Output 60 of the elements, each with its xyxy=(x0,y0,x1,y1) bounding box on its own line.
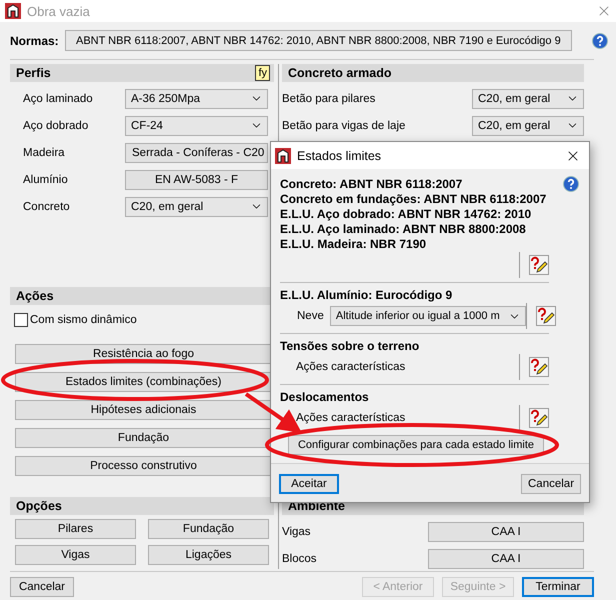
value-button[interactable]: CAA I xyxy=(428,548,584,568)
section-title: E.L.U. Alumínio: Eurocódigo 9 xyxy=(280,288,454,303)
field-label: Blocos xyxy=(282,552,318,564)
norm-line: E.L.U. Madeira: NBR 7190 xyxy=(280,237,428,252)
dropdown[interactable]: C20, em geral xyxy=(472,88,584,108)
action-button[interactable]: Hipóteses adicionais xyxy=(15,400,272,420)
help-icon[interactable] xyxy=(592,32,608,48)
field-label: Vigas xyxy=(282,526,312,538)
footer-button[interactable]: Cancelar xyxy=(10,577,74,597)
value-button[interactable]: EN AW-5083 - F xyxy=(125,170,268,190)
field-label: Aço dobrado xyxy=(22,120,90,132)
help-icon[interactable] xyxy=(563,176,579,192)
footer-button[interactable]: Terminar xyxy=(522,577,594,597)
section-title: Tensões sobre o terreno xyxy=(280,339,420,354)
field-label: Betão para vigas de laje xyxy=(282,120,406,132)
field-label: Betão para pilares xyxy=(282,92,376,104)
value-button[interactable]: CAA I xyxy=(428,522,584,542)
field-label: Aço laminado xyxy=(22,92,94,104)
option-button[interactable]: Pilares xyxy=(15,519,136,539)
action-button[interactable]: Fundação xyxy=(15,428,272,448)
section-text: Ações características xyxy=(296,361,406,373)
action-button[interactable]: Estados limites (combinações) xyxy=(15,372,272,392)
option-button[interactable]: Fundação xyxy=(148,519,269,539)
norm-line: E.L.U. Aço dobrado: ABNT NBR 14762: 2010 xyxy=(280,207,532,222)
dropdown[interactable]: CF-24 xyxy=(125,116,268,136)
norm-line: E.L.U. Aço laminado: ABNT NBR 8800:2008 xyxy=(280,222,527,237)
app-icon xyxy=(275,148,291,164)
dialog-button[interactable]: Cancelar xyxy=(521,474,581,494)
option-button[interactable]: Ligações xyxy=(148,545,269,565)
section-title: Deslocamentos xyxy=(280,390,370,405)
value-button[interactable]: Serrada - Coníferas - C20 xyxy=(125,142,268,162)
field-label: Concreto xyxy=(22,200,71,212)
section-header: Opções xyxy=(10,497,274,515)
action-button[interactable]: Processo construtivo xyxy=(15,456,272,476)
field-label: Alumínio xyxy=(22,174,69,186)
dropdown[interactable]: A-36 250Mpa xyxy=(125,88,268,108)
checkbox[interactable]: Com sismo dinâmico xyxy=(14,313,274,327)
question-pencil-icon[interactable] xyxy=(529,408,549,428)
dropdown[interactable]: C20, em geral xyxy=(472,116,584,136)
question-pencil-icon[interactable] xyxy=(529,357,549,377)
app-icon xyxy=(5,3,21,19)
fy-button[interactable]: fy xyxy=(255,65,270,81)
dialog-title: Estados limites xyxy=(297,148,382,162)
option-button[interactable]: Vigas xyxy=(15,545,136,565)
field-label: Neve xyxy=(297,310,324,322)
section-text: Ações características xyxy=(296,412,406,424)
dropdown[interactable]: C20, em geral xyxy=(125,196,268,216)
normas-label: Normas: xyxy=(10,34,59,48)
field-label: Madeira xyxy=(22,146,66,158)
norm-line: Concreto em fundações: ABNT NBR 6118:2007 xyxy=(280,192,548,207)
question-pencil-icon[interactable] xyxy=(529,255,549,275)
question-pencil-icon[interactable] xyxy=(536,306,556,326)
dropdown[interactable]: Altitude inferior ou igual a 1000 m xyxy=(330,306,526,326)
dialog-button[interactable]: Aceitar xyxy=(279,474,339,494)
window-title: Obra vazia xyxy=(27,4,91,18)
section-header: Perfis fy xyxy=(10,64,274,82)
norm-line: Concreto: ABNT NBR 6118:2007 xyxy=(280,177,464,192)
section-header: Concreto armado xyxy=(282,64,584,82)
normas-value: ABNT NBR 6118:2007, ABNT NBR 14762: 2010, ABNT NBR 8800:2008, NBR 7190 e Eurocódigo 9 xyxy=(64,30,572,51)
configure-button[interactable]: Configurar combinações para cada estado limite xyxy=(288,435,544,455)
